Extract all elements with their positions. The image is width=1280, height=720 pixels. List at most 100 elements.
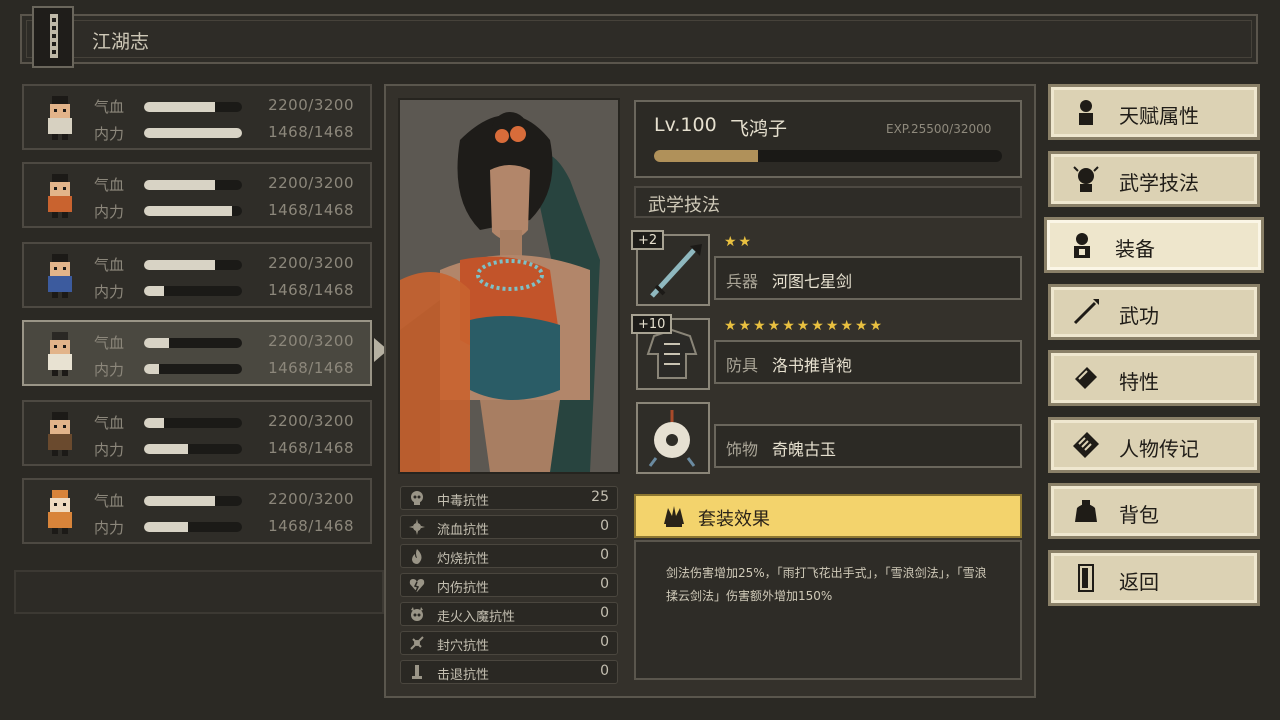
- mp-label: 内力: [94, 203, 125, 221]
- hp-bar-fill: [144, 260, 215, 270]
- title-bar: [20, 14, 1258, 64]
- resistance-name: 封穴抗性: [437, 639, 490, 654]
- mp-bar: [144, 364, 242, 374]
- martial-icon: [1071, 164, 1101, 194]
- mp-label: 内力: [94, 283, 125, 301]
- mp-bar-fill: [144, 286, 164, 296]
- set-effect-title: 套装效果: [698, 509, 770, 530]
- equipment-row[interactable]: 防具 洛书推背袍: [714, 340, 1022, 384]
- mp-bar: [144, 286, 242, 296]
- mp-bar-fill: [144, 522, 189, 532]
- resistance-name: 走火入魔抗性: [437, 610, 516, 625]
- resistance-row: 内伤抗性 0: [400, 573, 618, 597]
- hp-bar: [144, 496, 242, 506]
- menu-button-equipment[interactable]: 装备: [1044, 217, 1264, 273]
- resistance-row: 击退抗性 0: [400, 660, 618, 684]
- broken-heart-icon: [409, 577, 425, 593]
- page-title: 江湖志: [92, 31, 150, 53]
- exp-bar-fill: [654, 150, 759, 162]
- resistance-row: 封穴抗性 0: [400, 631, 618, 655]
- mp-bar-fill: [144, 128, 242, 138]
- hp-label: 气血: [94, 334, 125, 352]
- resistance-value: 0: [600, 634, 609, 650]
- character-card[interactable]: 气血 内力 2200/3200 1468/1468: [22, 242, 372, 308]
- biography-icon: [1071, 430, 1101, 460]
- equipment-name: 河图七星剑: [772, 272, 853, 291]
- mp-value: 1468/1468: [268, 439, 354, 457]
- knockback-icon: [409, 664, 425, 680]
- jade-slot-icon[interactable]: [636, 402, 710, 474]
- mp-value: 1468/1468: [268, 359, 354, 377]
- seal-icon: [409, 635, 425, 651]
- hp-value: 2200/3200: [268, 96, 354, 114]
- menu-button-martial[interactable]: 武学技法: [1048, 150, 1260, 207]
- character-name: 飞鸿子: [730, 118, 788, 140]
- set-effect-description: 剑法伤害增加25%，「雨打飞花出手式」，「雪浪剑法」，「雪浪揉云剑法」伤害额外增…: [666, 566, 987, 603]
- menu-button-bag[interactable]: 背包: [1048, 483, 1260, 539]
- blood-icon: [409, 519, 425, 535]
- equipment-type: 兵器: [726, 272, 759, 291]
- menu-button-label: 背包: [1119, 503, 1159, 527]
- hp-value: 2200/3200: [268, 412, 354, 430]
- character-card[interactable]: 气血 内力 2200/3200 1468/1468: [22, 162, 372, 228]
- hp-bar-fill: [144, 338, 169, 348]
- character-avatar: [38, 252, 82, 300]
- resistance-row: 流血抗性 0: [400, 515, 618, 539]
- equipment-name: 洛书推背袍: [772, 356, 853, 375]
- exp-text: EXP.25500/32000: [886, 122, 992, 136]
- hp-bar-fill: [144, 496, 215, 506]
- resistance-value: 0: [600, 518, 609, 534]
- mp-bar: [144, 522, 242, 532]
- character-card[interactable]: 气血 内力 2200/3200 1468/1468: [22, 84, 372, 150]
- set-effect-header: [634, 494, 1022, 538]
- list-footer: [14, 570, 384, 614]
- resistance-value: 0: [600, 547, 609, 563]
- mp-value: 1468/1468: [268, 281, 354, 299]
- hp-value: 2200/3200: [268, 490, 354, 508]
- equipment-row[interactable]: 兵器 河图七星剑: [714, 256, 1022, 300]
- menu-button-talent[interactable]: 天赋属性: [1048, 84, 1260, 140]
- character-avatar: [38, 488, 82, 536]
- hp-label: 气血: [94, 98, 125, 116]
- hp-bar: [144, 102, 242, 112]
- character-card[interactable]: 气血内力 2200/3200 1468/1468: [22, 320, 372, 386]
- character-avatar: [38, 172, 82, 220]
- character-card[interactable]: 气血 内力 2200/3200 1468/1468: [22, 400, 372, 466]
- resistance-row: 走火入魔抗性 0: [400, 602, 618, 626]
- hp-bar: [144, 180, 242, 190]
- menu-button-biography[interactable]: 人物传记: [1048, 416, 1260, 473]
- resistance-row: 灼烧抗性 0: [400, 544, 618, 568]
- resistance-value: 0: [600, 605, 609, 621]
- mp-label: 内力: [94, 519, 125, 537]
- skills-title: 武学技法: [648, 195, 720, 216]
- resistance-name: 中毒抗性: [437, 494, 490, 509]
- mp-bar: [144, 128, 242, 138]
- equipment-row[interactable]: 饰物 奇魄古玉: [714, 424, 1022, 468]
- level-text: Lv.100: [654, 114, 717, 136]
- menu-button-trait[interactable]: 特性: [1048, 350, 1260, 406]
- hp-value: 2200/3200: [268, 174, 354, 192]
- equipment-type: 饰物: [726, 440, 759, 459]
- star-rating: ★★★★★★★★★★★: [724, 318, 885, 334]
- jade-icon: [648, 410, 696, 467]
- enhance-level-badge: +2: [631, 230, 665, 250]
- menu-button-door[interactable]: 返回: [1048, 549, 1260, 606]
- character-avatar: [38, 94, 82, 142]
- equipment-name: 奇魄古玉: [772, 440, 837, 459]
- character-avatar: [38, 410, 82, 458]
- skull-icon: [409, 490, 425, 506]
- resistance-name: 击退抗性: [437, 668, 490, 683]
- hp-bar-fill: [144, 102, 215, 112]
- mp-bar-fill: [144, 444, 189, 454]
- mp-label: 内力: [94, 361, 125, 379]
- character-card[interactable]: 气血 内力 2200/3200 1468/1468: [22, 478, 372, 544]
- set-effect-body: [634, 540, 1022, 680]
- hp-value: 2200/3200: [268, 332, 354, 350]
- menu-button-sword[interactable]: 武功: [1048, 283, 1260, 340]
- resistance-name: 流血抗性: [437, 523, 490, 538]
- resistance-row: 中毒抗性 25: [400, 486, 618, 510]
- hp-bar-fill: [144, 418, 164, 428]
- mp-bar: [144, 206, 242, 216]
- mp-value: 1468/1468: [268, 517, 354, 535]
- resistance-name: 灼烧抗性: [437, 552, 490, 567]
